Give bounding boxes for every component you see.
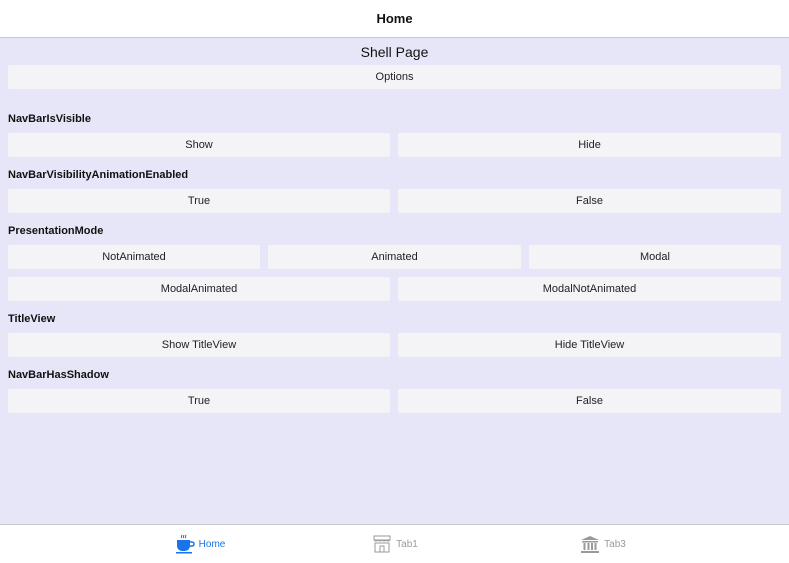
tab-home[interactable]: Home <box>120 525 280 563</box>
tab-tab3-label: Tab3 <box>604 538 626 550</box>
show-title-view-button[interactable]: Show TitleView <box>8 333 390 357</box>
shadow-true-button[interactable]: True <box>8 389 390 413</box>
navbar-animation-label: NavBarVisibilityAnimationEnabled <box>8 169 189 181</box>
tab-tab1[interactable]: Tab1 <box>315 525 475 563</box>
modal-animated-button[interactable]: ModalAnimated <box>8 277 390 301</box>
navbar-hide-button[interactable]: Hide <box>398 133 781 157</box>
cafe-storefront-icon <box>372 534 392 554</box>
not-animated-button[interactable]: NotAnimated <box>8 245 260 269</box>
navbar-show-button[interactable]: Show <box>8 133 390 157</box>
app-window: Home Shell Page Options NavBarIsVisible … <box>0 0 789 563</box>
tab-home-label: Home <box>198 538 226 550</box>
bank-building-icon <box>580 534 600 554</box>
navigation-bar: Home <box>0 0 789 38</box>
tab-tab3[interactable]: Tab3 <box>523 525 683 563</box>
presentation-mode-label: PresentationMode <box>8 225 104 237</box>
options-button[interactable]: Options <box>8 65 781 89</box>
modal-button[interactable]: Modal <box>529 245 781 269</box>
tab-tab1-label: Tab1 <box>396 538 418 550</box>
shadow-false-button[interactable]: False <box>398 389 781 413</box>
title-view-label: TitleView <box>8 313 56 325</box>
navbar-title: Home <box>376 11 413 26</box>
modal-not-animated-button[interactable]: ModalNotAnimated <box>398 277 781 301</box>
navbar-visible-label: NavBarIsVisible <box>8 113 91 125</box>
tab-bar: Home Tab1 Tab3 <box>0 524 789 563</box>
page-heading: Shell Page <box>360 44 429 60</box>
coffee-cup-icon <box>175 534 195 554</box>
animation-false-button[interactable]: False <box>398 189 781 213</box>
navbar-shadow-label: NavBarHasShadow <box>8 369 109 381</box>
shell-page-content: Shell Page Options NavBarIsVisible Show … <box>0 38 789 524</box>
hide-title-view-button[interactable]: Hide TitleView <box>398 333 781 357</box>
animated-button[interactable]: Animated <box>268 245 521 269</box>
animation-true-button[interactable]: True <box>8 189 390 213</box>
